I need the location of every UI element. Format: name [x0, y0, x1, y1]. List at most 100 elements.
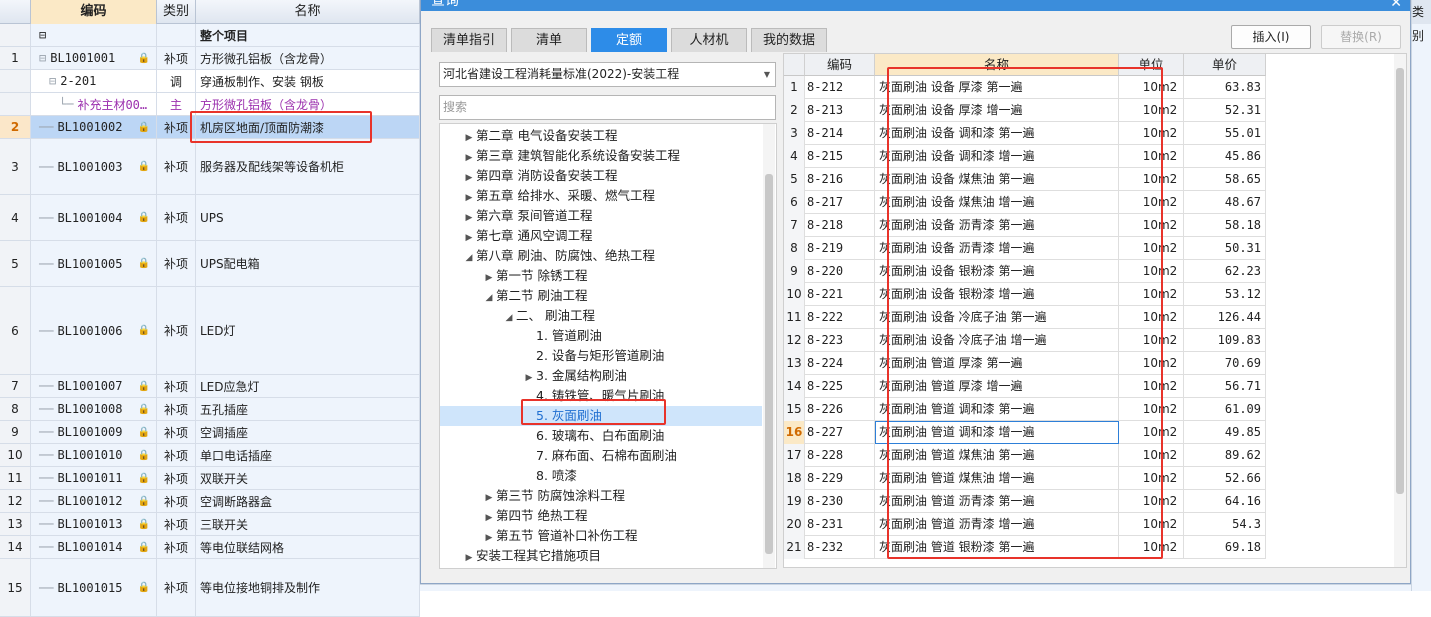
- table-row[interactable]: 11 8-222 灰面刷油 设备 冷底子油 第一遍 10m2 126.44: [784, 306, 1266, 329]
- tree-node[interactable]: ▶ 第五节 管道补口补伤工程: [440, 526, 762, 546]
- table-row[interactable]: 6 ── BL1001006 🔒 补项 LED灯: [0, 287, 420, 375]
- table-scrollbar[interactable]: [1394, 54, 1406, 567]
- tree-scrollbar[interactable]: [763, 124, 775, 568]
- tree-node[interactable]: ▶ 第一节 除锈工程: [440, 266, 762, 286]
- expand-arrow-icon[interactable]: ▶: [462, 228, 476, 248]
- header-type[interactable]: 类别: [157, 0, 196, 24]
- tab-list-guide[interactable]: 清单指引: [431, 28, 507, 52]
- table-row[interactable]: 15 8-226 灰面刷油 管道 调和漆 第一遍 10m2 61.09: [784, 398, 1266, 421]
- expand-arrow-icon[interactable]: ▶: [462, 128, 476, 148]
- tree-node[interactable]: 8. 喷漆: [440, 466, 762, 486]
- search-input[interactable]: 搜索: [439, 95, 776, 120]
- row-name[interactable]: 空调断路器盒: [196, 490, 420, 512]
- table-row[interactable]: 9 ── BL1001009 🔒 补项 空调插座: [0, 421, 420, 444]
- expand-arrow-icon[interactable]: ▶: [482, 268, 496, 288]
- table-row[interactable]: 3 8-214 灰面刷油 设备 调和漆 第一遍 10m2 55.01: [784, 122, 1266, 145]
- expand-arrow-icon[interactable]: ▶: [462, 548, 476, 568]
- tree-node[interactable]: ▶ 第五章 给排水、采暖、燃气工程: [440, 186, 762, 206]
- expand-arrow-icon[interactable]: ▶: [482, 508, 496, 528]
- tree-node[interactable]: ▶ 第四章 消防设备安装工程: [440, 166, 762, 186]
- expand-arrow-icon[interactable]: ▶: [462, 148, 476, 168]
- tab-quota[interactable]: 定额: [591, 28, 667, 52]
- table-row[interactable]: 10 8-221 灰面刷油 设备 银粉漆 增一遍 10m2 53.12: [784, 283, 1266, 306]
- tree-node[interactable]: ▶ 第七章 通风空调工程: [440, 226, 762, 246]
- row-name[interactable]: 单口电话插座: [196, 444, 420, 466]
- table-row[interactable]: 13 8-224 灰面刷油 管道 厚漆 第一遍 10m2 70.69: [784, 352, 1266, 375]
- row-name[interactable]: 等电位联结网格: [196, 536, 420, 558]
- tree-node[interactable]: 6. 玻璃布、白布面刷油: [440, 426, 762, 446]
- table-row[interactable]: 8 8-219 灰面刷油 设备 沥青漆 增一遍 10m2 50.31: [784, 237, 1266, 260]
- expand-arrow-icon[interactable]: ▶: [482, 488, 496, 508]
- table-row[interactable]: 2 ── BL1001002 🔒 补项 机房区地面/顶面防潮漆: [0, 116, 420, 139]
- header-name[interactable]: 名称: [196, 0, 420, 24]
- table-row[interactable]: 4 8-215 灰面刷油 设备 调和漆 增一遍 10m2 45.86: [784, 145, 1266, 168]
- expand-arrow-icon[interactable]: ▶: [522, 368, 536, 388]
- table-scroll-thumb[interactable]: [1396, 68, 1404, 494]
- tab-labor-material[interactable]: 人材机: [671, 28, 747, 52]
- row-name[interactable]: 五孔插座: [196, 398, 420, 420]
- expand-arrow-icon[interactable]: ▶: [482, 528, 496, 548]
- row-name[interactable]: LED灯: [196, 287, 420, 374]
- tree-node[interactable]: ▶ 第三章 建筑智能化系统设备安装工程: [440, 146, 762, 166]
- tree-node[interactable]: ▶ 第六章 泵间管道工程: [440, 206, 762, 226]
- replace-button[interactable]: 替换(R): [1321, 25, 1401, 49]
- tree-node[interactable]: ▶ 安装工程其它措施项目: [440, 546, 762, 566]
- tree-node[interactable]: ▶ 第三节 防腐蚀涂料工程: [440, 486, 762, 506]
- collapse-arrow-icon[interactable]: ◢: [502, 308, 516, 328]
- table-row[interactable]: 20 8-231 灰面刷油 管道 沥青漆 增一遍 10m2 54.3: [784, 513, 1266, 536]
- table-row[interactable]: 8 ── BL1001008 🔒 补项 五孔插座: [0, 398, 420, 421]
- chevron-down-icon[interactable]: ▼: [764, 63, 770, 86]
- table-row[interactable]: 1 ⊟ BL1001001 🔒 补项 方形微孔铝板（含龙骨）: [0, 47, 420, 70]
- table-row[interactable]: 14 ── BL1001014 🔒 补项 等电位联结网格: [0, 536, 420, 559]
- row-name[interactable]: 双联开关: [196, 467, 420, 489]
- table-row[interactable]: 17 8-228 灰面刷油 管道 煤焦油 第一遍 10m2 89.62: [784, 444, 1266, 467]
- table-row[interactable]: 4 ── BL1001004 🔒 补项 UPS: [0, 195, 420, 241]
- row-name[interactable]: LED应急灯: [196, 375, 420, 397]
- table-row[interactable]: 6 8-217 灰面刷油 设备 煤焦油 增一遍 10m2 48.67: [784, 191, 1266, 214]
- row-name[interactable]: 方形微孔铝板（含龙骨）: [196, 47, 420, 69]
- row-name[interactable]: UPS配电箱: [196, 241, 420, 286]
- table-row[interactable]: 9 8-220 灰面刷油 设备 银粉漆 第一遍 10m2 62.23: [784, 260, 1266, 283]
- row-name[interactable]: 空调插座: [196, 421, 420, 443]
- expand-arrow-icon[interactable]: ▶: [462, 168, 476, 188]
- collapse-arrow-icon[interactable]: ◢: [482, 288, 496, 308]
- table-row[interactable]: ⊟ 2-201 调穿通板制作、安装 钢板: [0, 70, 420, 93]
- table-row[interactable]: 18 8-229 灰面刷油 管道 煤焦油 增一遍 10m2 52.66: [784, 467, 1266, 490]
- table-row[interactable]: 19 8-230 灰面刷油 管道 沥青漆 第一遍 10m2 64.16: [784, 490, 1266, 513]
- header-code[interactable]: 编码: [31, 0, 157, 24]
- table-row[interactable]: 7 8-218 灰面刷油 设备 沥青漆 第一遍 10m2 58.18: [784, 214, 1266, 237]
- table-row[interactable]: 14 8-225 灰面刷油 管道 厚漆 增一遍 10m2 56.71: [784, 375, 1266, 398]
- tab-my-data[interactable]: 我的数据: [751, 28, 827, 52]
- table-row[interactable]: 12 ── BL1001012 🔒 补项 空调断路器盒: [0, 490, 420, 513]
- qheader-name[interactable]: 名称: [875, 54, 1119, 76]
- table-row[interactable]: 11 ── BL1001011 🔒 补项 双联开关: [0, 467, 420, 490]
- table-row[interactable]: 16 8-227 灰面刷油 管道 调和漆 增一遍 10m2 49.85: [784, 421, 1266, 444]
- table-row[interactable]: 13 ── BL1001013 🔒 补项 三联开关: [0, 513, 420, 536]
- expand-arrow-icon[interactable]: ▶: [462, 188, 476, 208]
- dialog-title[interactable]: 查询: [421, 0, 1410, 11]
- minimize-icon[interactable]: –: [1363, 0, 1370, 7]
- table-row[interactable]: 10 ── BL1001010 🔒 补项 单口电话插座: [0, 444, 420, 467]
- library-select[interactable]: 河北省建设工程消耗量标准(2022)-安装工程 ▼: [439, 62, 776, 87]
- row-name[interactable]: 服务器及配线架等设备机柜: [196, 139, 420, 194]
- whole-project-row[interactable]: ⊟ 整个项目: [0, 24, 420, 47]
- table-row[interactable]: 12 8-223 灰面刷油 设备 冷底子油 增一遍 10m2 109.83: [784, 329, 1266, 352]
- table-row[interactable]: 15 ── BL1001015 🔒 补项 等电位接地铜排及制作: [0, 559, 420, 617]
- close-icon[interactable]: ✕: [1390, 0, 1402, 11]
- row-name[interactable]: UPS: [196, 195, 420, 240]
- table-row[interactable]: 1 8-212 灰面刷油 设备 厚漆 第一遍 10m2 63.83: [784, 76, 1266, 99]
- table-row[interactable]: 5 ── BL1001005 🔒 补项 UPS配电箱: [0, 241, 420, 287]
- tree-node[interactable]: 2. 设备与矩形管道刷油: [440, 346, 762, 366]
- tree-node[interactable]: ◢ 第二节 刷油工程: [440, 286, 762, 306]
- tree-node[interactable]: 7. 麻布面、石棉布面刷油: [440, 446, 762, 466]
- tab-list[interactable]: 清单: [511, 28, 587, 52]
- tree-node[interactable]: ▶ 3. 金属结构刷油: [440, 366, 762, 386]
- tree-node[interactable]: 5. 灰面刷油: [440, 406, 762, 426]
- expand-arrow-icon[interactable]: ▶: [462, 208, 476, 228]
- table-row[interactable]: 5 8-216 灰面刷油 设备 煤焦油 第一遍 10m2 58.65: [784, 168, 1266, 191]
- tree-node[interactable]: ▶ 第四节 绝热工程: [440, 506, 762, 526]
- row-name[interactable]: 机房区地面/顶面防潮漆: [196, 116, 420, 138]
- row-name[interactable]: 方形微孔铝板（含龙骨）: [196, 93, 420, 115]
- table-row[interactable]: 7 ── BL1001007 🔒 补项 LED应急灯: [0, 375, 420, 398]
- tree-node[interactable]: 1. 管道刷油: [440, 326, 762, 346]
